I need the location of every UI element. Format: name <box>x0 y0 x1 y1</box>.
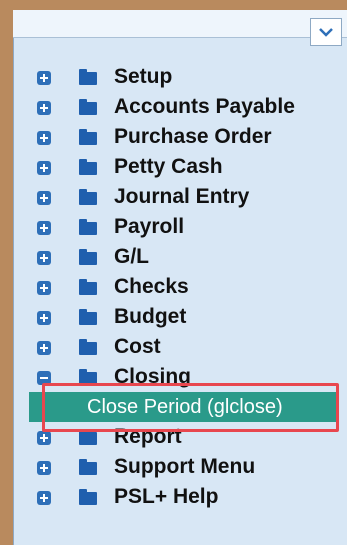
tree-item-checks[interactable]: Checks <box>13 272 347 302</box>
menu-dropdown-button[interactable] <box>310 18 342 46</box>
expand-icon[interactable] <box>37 101 51 115</box>
folder-icon <box>79 219 97 235</box>
folder-icon <box>79 309 97 325</box>
folder-icon <box>79 99 97 115</box>
tree-item-label: Accounts Payable <box>114 95 295 118</box>
tree-item-label: Checks <box>114 275 189 298</box>
tree-item-payroll[interactable]: Payroll <box>13 212 347 242</box>
tree-item-journal-entry[interactable]: Journal Entry <box>13 182 347 212</box>
expand-icon[interactable] <box>37 341 51 355</box>
expand-icon[interactable] <box>37 281 51 295</box>
folder-icon <box>79 459 97 475</box>
tree-item-label: Budget <box>114 305 187 328</box>
tree-item-psl-help[interactable]: PSL+ Help <box>13 482 347 512</box>
tree-item-cost[interactable]: Cost <box>13 332 347 362</box>
tree-item-label: G/L <box>114 245 149 268</box>
expand-icon[interactable] <box>37 431 51 445</box>
highlight-annotation-box <box>42 383 339 432</box>
tree-item-label: Setup <box>114 65 173 88</box>
folder-icon <box>79 69 97 85</box>
menu-header <box>13 10 347 38</box>
tree-item-label: Cost <box>114 335 161 358</box>
expand-icon[interactable] <box>37 221 51 235</box>
tree-item-gl[interactable]: G/L <box>13 242 347 272</box>
expand-icon[interactable] <box>37 491 51 505</box>
expand-icon[interactable] <box>37 311 51 325</box>
expand-icon[interactable] <box>37 251 51 265</box>
tree-item-label: Purchase Order <box>114 125 272 148</box>
tree-item-support-menu[interactable]: Support Menu <box>13 452 347 482</box>
expand-icon[interactable] <box>37 71 51 85</box>
tree-item-purchase-order[interactable]: Purchase Order <box>13 122 347 152</box>
tree-item-accounts-payable[interactable]: Accounts Payable <box>13 92 347 122</box>
expand-icon[interactable] <box>37 161 51 175</box>
tree-item-budget[interactable]: Budget <box>13 302 347 332</box>
folder-icon <box>79 129 97 145</box>
folder-icon <box>79 429 97 445</box>
tree-item-label: Payroll <box>114 215 185 238</box>
folder-icon <box>79 339 97 355</box>
tree-item-label: Petty Cash <box>114 155 223 178</box>
folder-icon <box>79 279 97 295</box>
tree-item-label: Support Menu <box>114 455 256 478</box>
chevron-down-icon <box>319 28 333 37</box>
expand-icon[interactable] <box>37 191 51 205</box>
expand-icon[interactable] <box>37 461 51 475</box>
tree-item-label: PSL+ Help <box>114 485 219 508</box>
folder-icon <box>79 489 97 505</box>
folder-icon <box>79 189 97 205</box>
folder-icon <box>79 159 97 175</box>
folder-icon <box>79 249 97 265</box>
expand-icon[interactable] <box>37 131 51 145</box>
tree-item-label: Journal Entry <box>114 185 250 208</box>
tree-item-petty-cash[interactable]: Petty Cash <box>13 152 347 182</box>
tree-item-setup[interactable]: Setup <box>13 62 347 92</box>
